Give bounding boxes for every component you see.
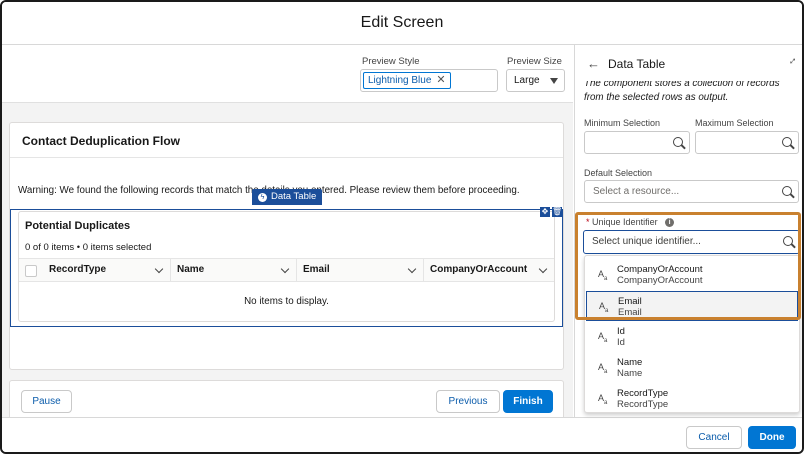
unique-identifier-dropdown: Aa CompanyOrAccount CompanyOrAccount Aa … <box>584 255 800 413</box>
type-glyph-sub: a <box>604 337 608 344</box>
text-type-icon: Aa <box>598 269 607 282</box>
text-type-icon: Aa <box>598 393 607 406</box>
search-icon <box>782 137 792 147</box>
option-email[interactable]: Aa Email Email <box>586 291 798 321</box>
empty-message: No items to display. <box>244 296 329 307</box>
minimum-selection-input[interactable] <box>584 131 690 154</box>
cancel-button[interactable]: Cancel <box>686 426 742 449</box>
chevron-down-icon[interactable] <box>280 264 290 274</box>
option-sublabel: Email <box>618 307 642 318</box>
finish-button[interactable]: Finish <box>503 390 553 413</box>
done-button[interactable]: Done <box>748 426 796 449</box>
panel-title: Data Table <box>608 57 666 71</box>
option-recordtype[interactable]: Aa RecordType RecordType <box>586 384 798 414</box>
info-icon[interactable]: i <box>665 218 675 228</box>
column-label: CompanyOrAccount <box>430 264 528 275</box>
screen-footer: Pause Previous Finish <box>9 380 564 422</box>
search-icon <box>673 137 683 147</box>
select-all-checkbox[interactable] <box>25 265 37 277</box>
option-label: RecordType <box>617 388 669 399</box>
back-arrow-icon[interactable]: ← <box>587 56 600 71</box>
chevron-down-icon[interactable] <box>538 264 548 274</box>
expand-icon[interactable]: ↕ <box>786 55 798 67</box>
option-sublabel: CompanyOrAccount <box>617 275 703 286</box>
preview-style-pill[interactable]: Lightning Blue ✕ <box>363 72 451 89</box>
minimum-selection-label: Minimum Selection <box>584 118 661 128</box>
column-header-name[interactable]: Name <box>170 259 296 281</box>
card-divider <box>10 157 563 158</box>
column-label: Email <box>303 264 330 275</box>
option-sublabel: Id <box>617 337 625 348</box>
required-marker: * <box>586 217 590 227</box>
option-label: CompanyOrAccount <box>617 264 703 275</box>
type-glyph-sub: a <box>604 275 608 282</box>
panel-description: The component stores a collection of rec… <box>584 78 780 103</box>
move-icon[interactable]: ✥ <box>540 207 550 217</box>
panel-header: ← Data Table ↕ <box>575 45 802 81</box>
default-selection-placeholder: Select a resource... <box>593 186 680 197</box>
unique-identifier-label: * Unique Identifier i <box>586 217 675 228</box>
chevron-down-icon[interactable] <box>407 264 417 274</box>
chevron-down-icon[interactable] <box>154 264 164 274</box>
preview-size-select[interactable]: Large <box>506 69 565 92</box>
pause-button[interactable]: Pause <box>21 390 72 413</box>
component-actions: ✥ 🗑 <box>540 207 562 218</box>
unique-identifier-input[interactable]: Select unique identifier... <box>583 230 800 254</box>
type-glyph-sub: a <box>605 307 609 314</box>
preview-style-value: Lightning Blue <box>368 75 432 86</box>
search-icon <box>782 186 792 196</box>
column-label: Name <box>177 264 205 275</box>
modal-title: Edit Screen <box>360 14 444 31</box>
option-id[interactable]: Aa Id Id <box>586 322 798 352</box>
column-header-recordtype[interactable]: RecordType <box>43 259 170 281</box>
type-glyph-sub: a <box>604 399 608 406</box>
option-label: Id <box>617 326 625 337</box>
column-header-email[interactable]: Email <box>296 259 423 281</box>
default-selection-label: Default Selection <box>584 168 653 178</box>
column-header-companyoraccount[interactable]: CompanyOrAccount <box>423 259 554 281</box>
table-header-row: RecordType Name Email CompanyOrAccount <box>19 258 554 282</box>
default-selection-input[interactable]: Select a resource... <box>584 180 799 203</box>
text-type-icon: Aa <box>598 362 607 375</box>
remove-pill-icon[interactable]: ✕ <box>436 73 445 88</box>
delete-icon[interactable]: 🗑 <box>552 207 562 217</box>
modal-footer: Cancel Done <box>2 417 802 452</box>
previous-button[interactable]: Previous <box>436 390 500 413</box>
column-label: RecordType <box>49 264 107 275</box>
preview-size-value: Large <box>514 75 540 86</box>
modal-header: Edit Screen <box>2 2 802 45</box>
text-type-icon: Aa <box>599 301 608 314</box>
maximum-selection-label: Maximum Selection <box>695 118 774 128</box>
option-label: Name <box>617 357 643 368</box>
option-label: Email <box>618 296 642 307</box>
table-count: 0 of 0 items • 0 items selected <box>25 242 152 253</box>
lightning-icon: ϟ <box>258 192 267 202</box>
component-tag: ϟ Data Table <box>252 189 323 205</box>
option-name[interactable]: Aa Name Name <box>586 353 798 383</box>
preview-bar: Preview Style Lightning Blue ✕ Preview S… <box>2 45 573 103</box>
card-title: Contact Deduplication Flow <box>22 134 180 148</box>
option-sublabel: Name <box>617 368 643 379</box>
component-tag-label: Data Table <box>271 191 317 202</box>
option-sublabel: RecordType <box>617 399 669 410</box>
preview-style-label: Preview Style <box>362 56 420 67</box>
type-glyph-sub: a <box>604 368 608 375</box>
search-icon <box>783 236 793 246</box>
unique-identifier-text: Unique Identifier <box>592 217 658 227</box>
potential-duplicates-table: Potential Duplicates 0 of 0 items • 0 it… <box>18 211 555 322</box>
table-heading: Potential Duplicates <box>25 220 131 232</box>
maximum-selection-input[interactable] <box>695 131 799 154</box>
caret-down-icon <box>550 78 558 84</box>
preview-style-input[interactable]: Lightning Blue ✕ <box>360 69 498 92</box>
preview-size-label: Preview Size <box>507 56 562 67</box>
option-companyoraccount[interactable]: Aa CompanyOrAccount CompanyOrAccount <box>586 260 798 290</box>
unique-identifier-placeholder: Select unique identifier... <box>592 236 701 247</box>
text-type-icon: Aa <box>598 331 607 344</box>
edit-screen-modal: Edit Screen Preview Style Lightning Blue… <box>0 0 804 454</box>
